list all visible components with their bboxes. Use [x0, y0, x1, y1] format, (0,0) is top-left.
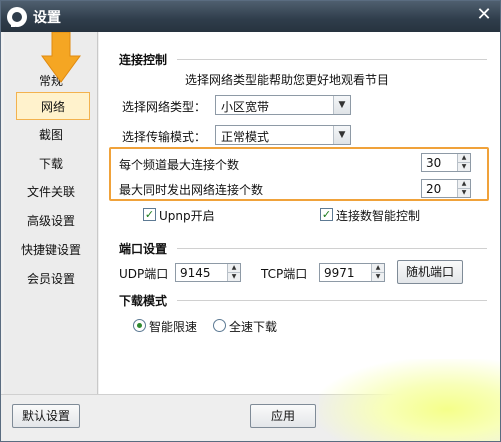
sidebar-item-network[interactable]: 网络 [16, 92, 90, 120]
app-logo-icon [7, 7, 27, 27]
stepper-up-icon[interactable]: ▲ [228, 264, 240, 272]
download-mode-section-title: 下载模式 [119, 294, 168, 308]
tcp-port-value: 9971 [324, 266, 355, 280]
stepper-up-icon[interactable]: ▲ [372, 264, 384, 272]
chevron-down-icon[interactable]: ▼ [333, 96, 350, 114]
section-divider [177, 59, 487, 60]
full-speed-radio[interactable] [213, 319, 226, 332]
network-settings-panel: 连接控制 选择网络类型能帮助您更好地观看节目 选择网络类型： 小区宽带 ▼ 选择… [99, 32, 500, 394]
highlight-frame [109, 147, 489, 201]
smart-conn-label: 连接数智能控制 [336, 209, 421, 223]
network-type-value: 小区宽带 [221, 100, 270, 114]
udp-port-stepper[interactable]: 9145 ▲ ▼ [175, 263, 241, 282]
tcp-port-stepper[interactable]: 9971 ▲ ▼ [319, 263, 385, 282]
dialog-footer: 默认设置 应用 [1, 394, 500, 441]
stepper-buttons: ▲ ▼ [227, 264, 240, 281]
stepper-buttons: ▲ ▼ [371, 264, 384, 281]
connection-hint: 选择网络类型能帮助您更好地观看节目 [185, 73, 390, 87]
default-settings-button[interactable]: 默认设置 [12, 404, 80, 428]
network-type-select[interactable]: 小区宽带 ▼ [215, 95, 351, 115]
udp-port-label: UDP端口 [119, 267, 169, 281]
upnp-label: Upnp开启 [159, 209, 215, 223]
section-divider [177, 248, 487, 249]
connection-section-title: 连接控制 [119, 53, 168, 67]
network-type-label: 选择网络类型： [122, 100, 207, 114]
smart-limit-radio[interactable] [133, 319, 146, 332]
stepper-down-icon[interactable]: ▼ [228, 272, 240, 280]
transfer-mode-value: 正常模式 [221, 130, 270, 144]
transfer-mode-select[interactable]: 正常模式 ▼ [215, 125, 351, 145]
chevron-down-icon[interactable]: ▼ [333, 126, 350, 144]
sidebar-item-membership[interactable]: 会员设置 [4, 267, 98, 291]
window-title: 设置 [33, 10, 61, 26]
smart-limit-label: 智能限速 [149, 320, 198, 334]
settings-window: 设置 ✕ 常规 网络 截图 下载 文件关联 高级设置 快捷键设置 会员设置 连接… [0, 0, 501, 442]
sidebar-item-file-association[interactable]: 文件关联 [4, 180, 98, 204]
sidebar-item-advanced[interactable]: 高级设置 [4, 209, 98, 233]
sidebar-item-screenshot[interactable]: 截图 [4, 123, 98, 147]
ports-section-title: 端口设置 [119, 242, 168, 256]
sidebar-item-download[interactable]: 下载 [4, 152, 98, 176]
full-speed-label: 全速下载 [229, 320, 278, 334]
title-bar[interactable]: 设置 ✕ [1, 1, 500, 32]
stepper-down-icon[interactable]: ▼ [372, 272, 384, 280]
sidebar-item-hotkeys[interactable]: 快捷键设置 [4, 238, 98, 262]
udp-port-value: 9145 [180, 266, 211, 280]
smart-conn-checkbox[interactable]: ✓ [320, 208, 333, 221]
random-port-button[interactable]: 随机端口 [397, 260, 463, 284]
transfer-mode-label: 选择传输模式： [122, 130, 207, 144]
pointer-arrow-icon [41, 32, 81, 83]
settings-sidebar: 常规 网络 截图 下载 文件关联 高级设置 快捷键设置 会员设置 [4, 32, 98, 394]
upnp-checkbox[interactable]: ✓ [143, 208, 156, 221]
close-icon[interactable]: ✕ [474, 5, 494, 25]
section-divider [177, 300, 487, 301]
apply-button[interactable]: 应用 [250, 404, 316, 428]
tcp-port-label: TCP端口 [261, 267, 308, 281]
